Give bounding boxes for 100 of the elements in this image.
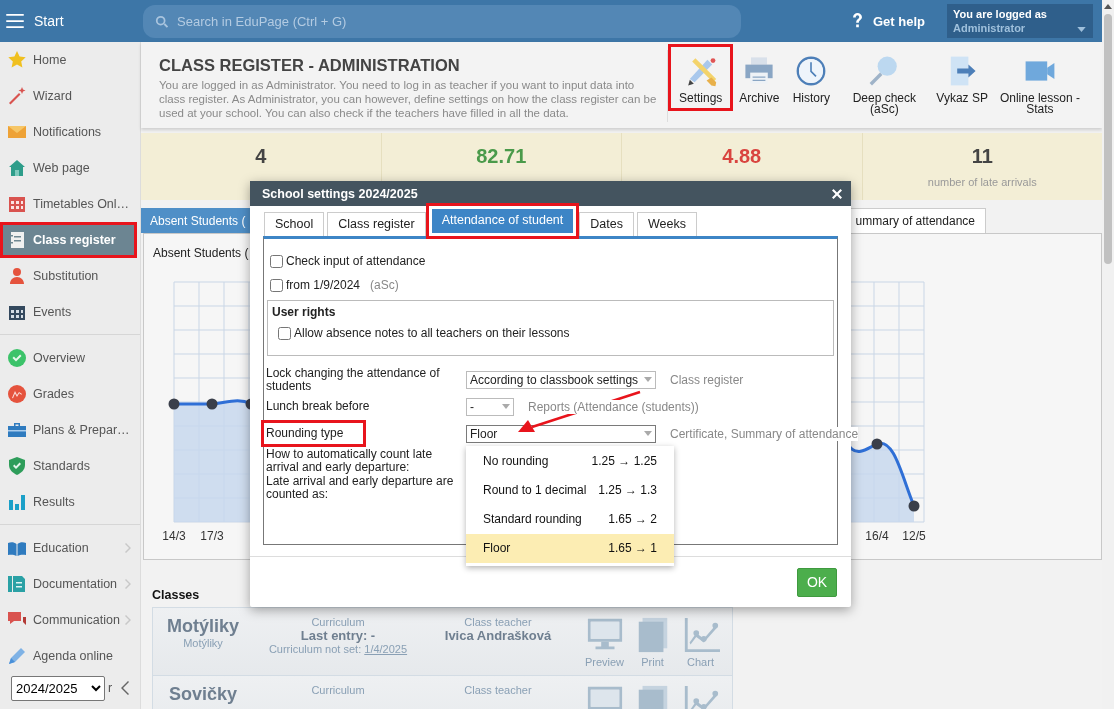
chevron-right-icon — [125, 615, 131, 625]
teacher-label: Class teacher — [463, 684, 533, 696]
tab[interactable]: Attendance of student — [425, 203, 580, 239]
sidebar-item[interactable]: Agenda online — [0, 638, 140, 674]
menu-option[interactable]: Standard rounding 1.65 → 2 — [466, 504, 674, 534]
class-subname: Motýliky — [182, 637, 224, 649]
axis-label: 12/5 — [902, 529, 926, 543]
class-name[interactable]: Motýliky — [153, 616, 253, 637]
axis-label: 14/3 — [162, 529, 186, 543]
collapse-icon[interactable] — [121, 681, 129, 695]
pen-icon — [7, 646, 27, 666]
year-select[interactable]: 2024/2025 — [11, 676, 105, 701]
sidebar-item[interactable]: Notifications — [0, 114, 140, 150]
briefcase-icon — [7, 420, 27, 440]
get-help-link[interactable]: Get help — [873, 13, 925, 29]
sidebar-item[interactable]: Class register — [0, 222, 137, 258]
dropdown[interactable]: Floor — [466, 424, 656, 443]
teacher-name: Ivica Andrašková — [443, 628, 553, 643]
scroll-thumb[interactable] — [1104, 14, 1112, 264]
data-point — [871, 438, 883, 450]
tab[interactable]: Dates — [579, 212, 634, 236]
sidebar-item[interactable]: Substitution — [0, 258, 140, 294]
menu-option[interactable]: No rounding 1.25 → 1.25 — [466, 446, 674, 476]
search-field[interactable]: Search in EduPage (Ctrl + G) — [143, 4, 741, 38]
sidebar-item[interactable]: Overview — [0, 340, 140, 376]
document-icon — [7, 574, 27, 594]
setting-label: Lock changing the attendance of students — [266, 366, 441, 393]
help-icon[interactable] — [852, 13, 863, 29]
toolbar-button[interactable]: Archive — [733, 44, 786, 111]
checkbox-label: from 1/9/2024 — [286, 278, 361, 292]
bar-chart-icon — [7, 492, 27, 512]
group-title: User rights — [272, 304, 337, 321]
setting-label: How to automatically count late arrival and early departure: — [266, 447, 434, 474]
shield-icon — [7, 456, 27, 476]
sidebar-item[interactable]: r — [108, 681, 113, 695]
scroll-up-icon[interactable] — [1104, 4, 1112, 9]
page-title: CLASS REGISTER - ADMINISTRATION — [159, 56, 461, 75]
checkbox[interactable] — [270, 254, 283, 268]
sidebar-item[interactable]: Wizard — [0, 78, 140, 114]
chart-title: Absent Students ( — [152, 245, 250, 260]
sidebar-item[interactable]: Results — [0, 484, 140, 520]
axis-label: 17/3 — [200, 529, 224, 543]
sidebar-item[interactable]: Communication — [0, 602, 140, 638]
check-circle-icon — [7, 348, 27, 368]
setting-label: Lunch break before — [266, 400, 370, 413]
chevron-right-icon — [125, 543, 131, 553]
chart-circle-icon — [7, 384, 27, 404]
stat-label: number of late arrivals — [926, 176, 1038, 188]
toolbar-button[interactable]: Online lesson - Stats — [992, 44, 1087, 122]
checkbox-label: Allow absence notes to all teachers on their lessons — [294, 326, 570, 340]
note: Class register — [670, 372, 744, 387]
checkbox[interactable] — [278, 326, 291, 340]
sidebar-item[interactable]: Education — [0, 530, 140, 566]
sidebar-item[interactable]: Plans & Prepar… — [0, 412, 140, 448]
curriculum-status: Curriculum not set: — [268, 643, 362, 655]
note: Reports (Attendance (students)) — [528, 399, 699, 414]
sidebar-item[interactable]: Home — [0, 42, 140, 78]
clock-icon — [795, 55, 828, 87]
curriculum-label: Curriculum — [310, 616, 366, 628]
tab[interactable]: Class register — [327, 212, 426, 236]
data-point — [168, 398, 180, 410]
caret-icon — [644, 377, 652, 382]
stat-value: 4 — [254, 145, 268, 168]
caret-icon — [644, 431, 652, 436]
menu-option[interactable]: Round to 1 decimal 1.25 → 1.3 — [466, 475, 674, 505]
class-name[interactable]: Sovičky — [153, 684, 253, 705]
sidebar-item[interactable]: Documentation — [0, 566, 140, 602]
checkbox[interactable] — [270, 278, 283, 292]
toolbar-button[interactable]: Vykaz SP — [931, 44, 993, 111]
toolbar-button[interactable]: Settings — [668, 44, 734, 111]
toolbar-button[interactable]: History — [785, 44, 838, 111]
toolbar-button[interactable]: Deep check (aSc) — [837, 44, 932, 122]
section-title: Classes — [152, 588, 201, 602]
person-icon — [7, 266, 27, 286]
stat-value: 4.88 — [721, 145, 763, 168]
tab[interactable]: Weeks — [636, 212, 697, 236]
menu-option[interactable]: Floor 1.65 → 1 — [466, 533, 674, 563]
user-menu[interactable]: You are logged as Administrator — [947, 4, 1093, 38]
close-icon[interactable] — [832, 188, 842, 199]
caret-icon — [502, 404, 510, 409]
menu-icon[interactable] — [6, 14, 24, 28]
house-icon — [7, 158, 27, 178]
sidebar-item[interactable]: Standards — [0, 448, 140, 484]
start-label[interactable]: Start — [34, 13, 64, 29]
teacher-label: Class teacher — [463, 616, 533, 628]
data-point — [206, 398, 218, 410]
dropdown[interactable]: - — [466, 397, 514, 416]
grid-calendar-icon — [7, 194, 27, 214]
search-icon — [155, 14, 169, 29]
sidebar-item[interactable]: Events — [0, 294, 140, 330]
dialog-title: School settings 2024/2025 — [262, 186, 418, 201]
dropdown[interactable]: According to classbook settings — [466, 370, 656, 389]
sidebar-item[interactable]: Grades — [0, 376, 140, 412]
tab[interactable]: School — [264, 212, 325, 236]
sidebar-item[interactable]: Web page — [0, 150, 140, 186]
sidebar-item[interactable]: Timetables Onl… — [0, 186, 140, 222]
note: Certificate, Summary of attendance — [670, 426, 859, 441]
stat-value: 11 — [970, 145, 994, 168]
star-icon — [7, 50, 27, 70]
caret-icon — [1077, 27, 1086, 32]
